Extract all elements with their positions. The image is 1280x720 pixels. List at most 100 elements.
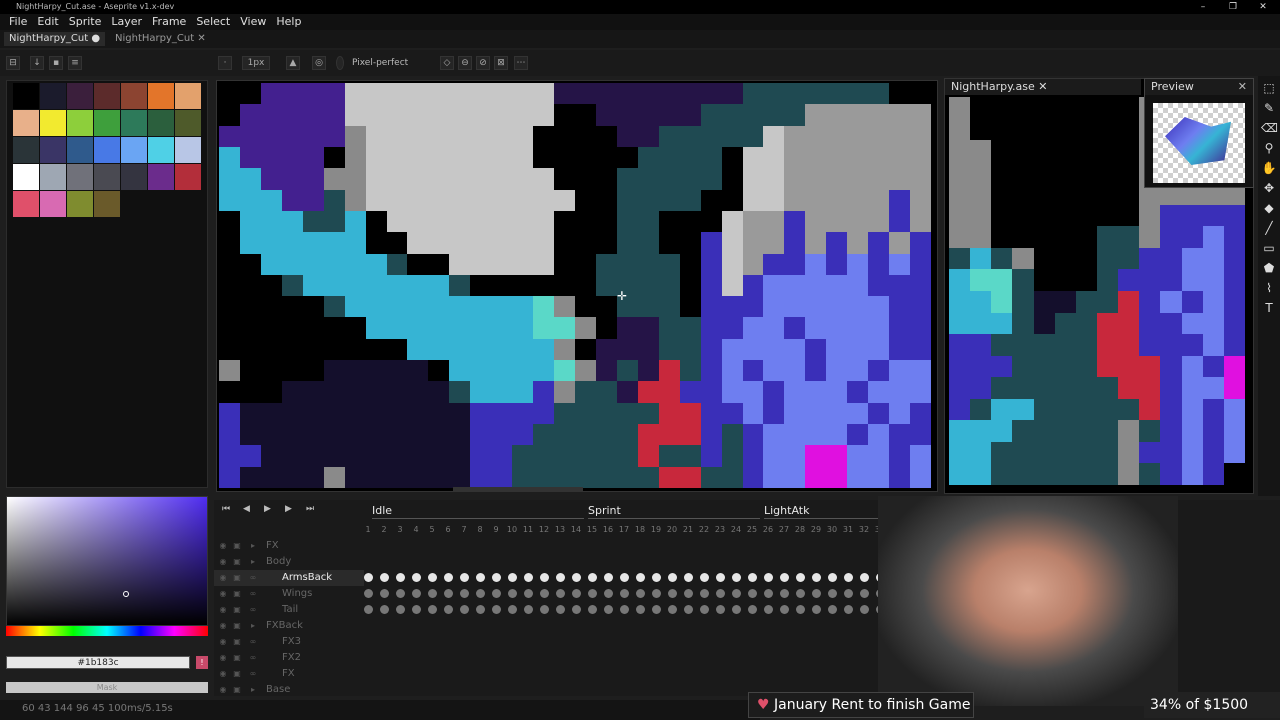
pixel[interactable] — [679, 210, 701, 233]
frame-cel[interactable] — [604, 605, 613, 614]
pixel[interactable] — [949, 161, 971, 184]
frame-cel[interactable] — [780, 573, 789, 582]
pixel[interactable] — [239, 253, 261, 275]
pixel[interactable] — [1160, 290, 1182, 313]
pixel[interactable] — [805, 168, 827, 190]
pixel[interactable] — [449, 317, 471, 339]
frame-cel[interactable] — [860, 605, 869, 614]
pixel[interactable] — [991, 398, 1013, 421]
pixel[interactable] — [742, 445, 764, 467]
pixel[interactable] — [1054, 398, 1076, 421]
pixel[interactable] — [616, 381, 638, 403]
pixel[interactable] — [910, 146, 931, 169]
eye-icon[interactable]: ◉ — [218, 554, 228, 570]
pixel[interactable] — [1160, 377, 1182, 399]
pixel[interactable] — [970, 334, 992, 356]
maximize-button[interactable]: ❐ — [1218, 0, 1248, 14]
pixel[interactable] — [1223, 226, 1245, 248]
pixel[interactable] — [658, 210, 680, 233]
pixel[interactable] — [512, 232, 534, 254]
frame-number[interactable]: 31 — [842, 525, 854, 534]
frame-cel[interactable] — [780, 605, 789, 614]
pixel[interactable] — [219, 296, 240, 318]
pixel[interactable] — [910, 125, 931, 147]
palette-swatch[interactable] — [148, 110, 174, 136]
pixel[interactable] — [826, 210, 848, 233]
pixel[interactable] — [470, 83, 492, 105]
pixel[interactable] — [449, 146, 471, 169]
pixel[interactable] — [554, 338, 575, 361]
pixel[interactable] — [889, 317, 911, 339]
layer-row[interactable]: ◉ ▣ ∞ ArmsBack — [214, 570, 364, 586]
pixel[interactable] — [407, 253, 429, 275]
pixel[interactable] — [281, 381, 303, 403]
palette-swatch[interactable] — [67, 137, 93, 163]
pixel[interactable] — [910, 274, 931, 297]
pixel[interactable] — [949, 463, 971, 485]
pixel[interactable] — [1096, 290, 1119, 313]
pixel[interactable] — [554, 125, 575, 147]
pixel[interactable] — [1181, 398, 1203, 421]
pixel[interactable] — [428, 445, 450, 467]
frame-cel[interactable] — [684, 589, 693, 598]
pixel[interactable] — [595, 104, 617, 126]
pixel[interactable] — [1075, 420, 1097, 442]
pixel[interactable] — [302, 296, 324, 318]
pixel[interactable] — [407, 445, 429, 467]
pixel[interactable] — [595, 189, 617, 211]
frame-cel[interactable] — [444, 573, 453, 582]
pixel[interactable] — [595, 317, 617, 339]
pixel[interactable] — [491, 210, 513, 233]
pixel[interactable] — [1096, 312, 1119, 335]
pixel[interactable] — [742, 424, 764, 446]
pixel[interactable] — [1075, 269, 1097, 291]
pixel[interactable] — [260, 146, 282, 169]
pixel[interactable] — [616, 317, 638, 339]
pixel[interactable] — [1202, 441, 1224, 464]
pixel[interactable] — [970, 140, 992, 162]
pixel[interactable] — [1181, 463, 1203, 485]
frame-cel[interactable] — [604, 589, 613, 598]
pixel[interactable] — [889, 146, 911, 169]
pixel[interactable] — [1139, 398, 1161, 421]
pixel[interactable] — [554, 253, 575, 275]
pixel[interactable] — [470, 189, 492, 211]
pixel[interactable] — [281, 168, 303, 190]
pixel[interactable] — [658, 146, 680, 169]
frame-number[interactable]: 12 — [538, 525, 550, 534]
pixel[interactable] — [721, 104, 743, 126]
frame-cel[interactable] — [732, 589, 741, 598]
palette-swatch[interactable] — [40, 191, 66, 217]
pixel[interactable] — [1096, 140, 1119, 162]
pixel[interactable] — [1075, 312, 1097, 335]
frame-cel[interactable] — [620, 589, 629, 598]
pixel[interactable] — [1118, 355, 1140, 378]
pixel[interactable] — [470, 253, 492, 275]
pixel[interactable] — [991, 247, 1013, 270]
layer-row[interactable]: ◉ ▣ ▸ FX — [214, 538, 364, 554]
pixel[interactable] — [302, 424, 324, 446]
layer-row[interactable]: ◉ ▣ ∞ FX — [214, 666, 364, 682]
pixel[interactable] — [449, 445, 471, 467]
pixel[interactable] — [826, 338, 848, 361]
pixel[interactable] — [260, 189, 282, 211]
pixel[interactable] — [721, 424, 743, 446]
pixel[interactable] — [449, 402, 471, 425]
pixel[interactable] — [1096, 247, 1119, 270]
pixel[interactable] — [323, 360, 345, 382]
frame-cel[interactable] — [748, 589, 757, 598]
pixel[interactable] — [1096, 441, 1119, 464]
frame-number[interactable]: 21 — [682, 525, 694, 534]
pixel[interactable] — [742, 104, 764, 126]
pixel[interactable] — [407, 296, 429, 318]
pixel[interactable] — [949, 226, 971, 248]
pixel[interactable] — [658, 253, 680, 275]
pixel[interactable] — [1075, 463, 1097, 485]
pixel[interactable] — [742, 210, 764, 233]
pixel[interactable] — [281, 296, 303, 318]
pixel[interactable] — [219, 146, 240, 169]
pixel[interactable] — [1054, 247, 1076, 270]
pixel[interactable] — [826, 146, 848, 169]
pixel[interactable] — [1096, 161, 1119, 184]
pixel[interactable] — [889, 424, 911, 446]
